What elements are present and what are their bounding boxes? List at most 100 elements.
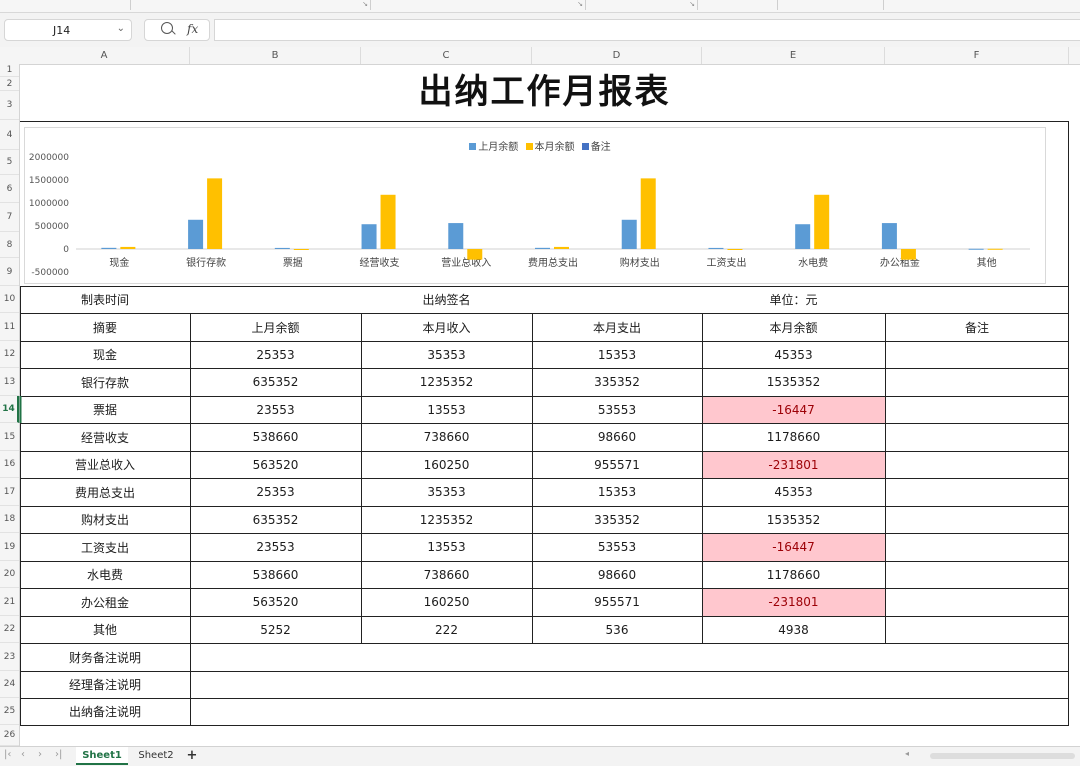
note-input[interactable] <box>190 698 1069 725</box>
row-header[interactable]: 10 <box>0 286 19 313</box>
notes-cell[interactable] <box>885 423 1069 451</box>
tab-sheet1[interactable]: Sheet1 <box>76 747 128 765</box>
horizontal-scrollbar[interactable] <box>930 753 1075 759</box>
table-cell[interactable]: 15353 <box>532 478 702 506</box>
formula-input[interactable] <box>214 19 1080 41</box>
row-header[interactable]: 6 <box>0 175 19 203</box>
table-cell[interactable]: 635352 <box>190 506 361 533</box>
table-cell[interactable]: -16447 <box>702 396 885 423</box>
notes-cell[interactable] <box>885 588 1069 616</box>
row-header[interactable]: 1 <box>0 64 19 77</box>
row-header[interactable]: 14 <box>0 396 19 423</box>
row-header[interactable]: 12 <box>0 341 19 368</box>
table-cell[interactable]: 53553 <box>532 396 702 423</box>
table-header-cell[interactable]: 备注 <box>885 313 1069 341</box>
table-cell[interactable]: 购材支出 <box>20 506 190 533</box>
row-header[interactable]: 24 <box>0 671 19 698</box>
table-cell[interactable]: 738660 <box>361 561 532 588</box>
note-input[interactable] <box>190 671 1069 698</box>
row-header[interactable]: 13 <box>0 368 19 396</box>
table-cell[interactable]: 银行存款 <box>20 368 190 396</box>
table-cell[interactable]: 335352 <box>532 368 702 396</box>
notes-cell[interactable] <box>885 506 1069 533</box>
column-header-c[interactable]: C <box>361 47 532 64</box>
dialog-launcher-icon[interactable]: ↘ <box>362 0 368 9</box>
table-cell[interactable]: 35353 <box>361 478 532 506</box>
table-cell[interactable]: 5252 <box>190 616 361 643</box>
note-label[interactable]: 财务备注说明 <box>20 643 190 671</box>
notes-cell[interactable] <box>885 616 1069 643</box>
table-cell[interactable]: 1535352 <box>702 506 885 533</box>
table-cell[interactable]: 35353 <box>361 341 532 368</box>
table-cell[interactable]: 53553 <box>532 533 702 561</box>
table-cell[interactable]: 15353 <box>532 341 702 368</box>
notes-cell[interactable] <box>885 396 1069 423</box>
table-cell[interactable]: 25353 <box>190 341 361 368</box>
tab-sheet2[interactable]: Sheet2 <box>132 747 180 765</box>
row-header[interactable]: 22 <box>0 616 19 643</box>
first-sheet-icon[interactable]: |‹ <box>4 749 11 760</box>
table-cell[interactable]: 45353 <box>702 478 885 506</box>
row-header[interactable]: 2 <box>0 77 19 91</box>
table-cell[interactable]: 160250 <box>361 451 532 478</box>
column-header-b[interactable]: B <box>190 47 361 64</box>
column-header-d[interactable]: D <box>532 47 702 64</box>
notes-cell[interactable] <box>885 478 1069 506</box>
row-header[interactable]: 26 <box>0 725 19 746</box>
row-header[interactable]: 5 <box>0 150 19 175</box>
zoom-icon[interactable] <box>161 22 173 34</box>
table-cell[interactable]: 222 <box>361 616 532 643</box>
note-label[interactable]: 经理备注说明 <box>20 671 190 698</box>
table-header-cell[interactable]: 摘要 <box>20 313 190 341</box>
table-cell[interactable]: 45353 <box>702 341 885 368</box>
table-cell[interactable]: 其他 <box>20 616 190 643</box>
row-header[interactable]: 7 <box>0 203 19 232</box>
table-cell[interactable]: 经营收支 <box>20 423 190 451</box>
table-cell[interactable]: 1235352 <box>361 368 532 396</box>
table-cell[interactable]: 538660 <box>190 423 361 451</box>
table-cell[interactable]: 635352 <box>190 368 361 396</box>
table-cell[interactable]: 4938 <box>702 616 885 643</box>
table-cell[interactable]: 1235352 <box>361 506 532 533</box>
row-header[interactable]: 8 <box>0 232 19 258</box>
row-header[interactable]: 15 <box>0 423 19 451</box>
name-box[interactable]: J14 ⌄ <box>4 19 132 41</box>
note-input[interactable] <box>190 643 1069 671</box>
table-cell[interactable]: 955571 <box>532 451 702 478</box>
chevron-down-icon[interactable]: ⌄ <box>117 23 125 34</box>
row-header[interactable]: 17 <box>0 478 19 506</box>
row-header[interactable]: 21 <box>0 588 19 616</box>
row-header[interactable]: 18 <box>0 506 19 533</box>
notes-cell[interactable] <box>885 341 1069 368</box>
table-cell[interactable]: 536 <box>532 616 702 643</box>
made-time-label[interactable]: 制表时间 <box>20 286 190 313</box>
table-cell[interactable]: 费用总支出 <box>20 478 190 506</box>
table-header-cell[interactable]: 本月收入 <box>361 313 532 341</box>
table-cell[interactable]: 563520 <box>190 451 361 478</box>
table-cell[interactable]: 1535352 <box>702 368 885 396</box>
table-cell[interactable]: 1178660 <box>702 561 885 588</box>
row-header[interactable]: 16 <box>0 451 19 478</box>
scroll-left-icon[interactable]: ◂ <box>905 749 909 758</box>
notes-cell[interactable] <box>885 561 1069 588</box>
table-cell[interactable]: 738660 <box>361 423 532 451</box>
table-cell[interactable]: 955571 <box>532 588 702 616</box>
table-cell[interactable]: 98660 <box>532 561 702 588</box>
dialog-launcher-icon[interactable]: ↘ <box>689 0 695 9</box>
row-header[interactable]: 25 <box>0 698 19 725</box>
column-header-f[interactable]: F <box>885 47 1069 64</box>
column-header-a[interactable]: A <box>19 47 190 64</box>
fx-icon[interactable]: fx <box>187 22 198 36</box>
row-header[interactable]: 3 <box>0 91 19 120</box>
table-header-cell[interactable]: 上月余额 <box>190 313 361 341</box>
next-sheet-icon[interactable]: › <box>38 749 42 760</box>
column-header-e[interactable]: E <box>702 47 885 64</box>
row-header[interactable]: 19 <box>0 533 19 561</box>
cashier-sign-label[interactable]: 出纳签名 <box>361 286 532 313</box>
notes-cell[interactable] <box>885 451 1069 478</box>
row-header[interactable]: 11 <box>0 313 19 341</box>
row-header[interactable]: 20 <box>0 561 19 588</box>
prev-sheet-icon[interactable]: ‹ <box>21 749 25 760</box>
table-cell[interactable]: 160250 <box>361 588 532 616</box>
dialog-launcher-icon[interactable]: ↘ <box>577 0 583 9</box>
